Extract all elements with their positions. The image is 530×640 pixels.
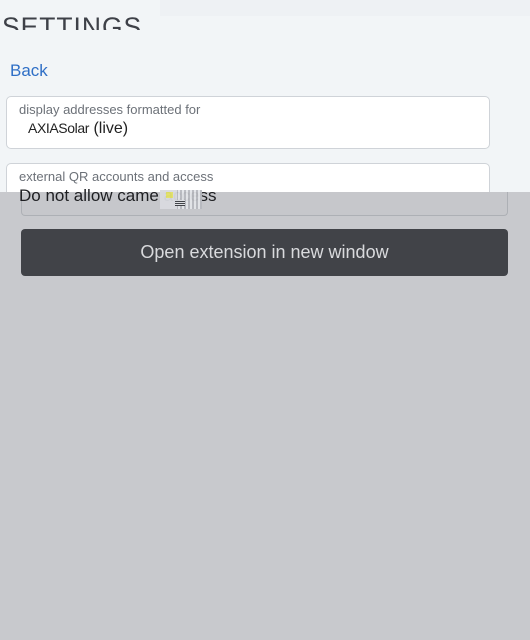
address-format-network: (live) bbox=[93, 120, 129, 137]
open-in-new-window-button[interactable]: Open extension in new window bbox=[21, 229, 508, 276]
settings-panel: SETTINGS Back display addresses formatte… bbox=[0, 0, 530, 192]
address-format-label: display addresses formatted for bbox=[19, 102, 201, 117]
render-artifact bbox=[160, 190, 202, 209]
back-link[interactable]: Back bbox=[10, 61, 48, 81]
address-format-select[interactable]: display addresses formatted for AXIASola… bbox=[6, 96, 490, 149]
address-format-value: AXIASolar (live) bbox=[28, 120, 128, 138]
title-band bbox=[160, 0, 530, 16]
qr-access-label: external QR accounts and access bbox=[19, 169, 214, 184]
address-format-token: AXIASolar bbox=[28, 120, 89, 136]
page-title: SETTINGS bbox=[2, 12, 143, 30]
